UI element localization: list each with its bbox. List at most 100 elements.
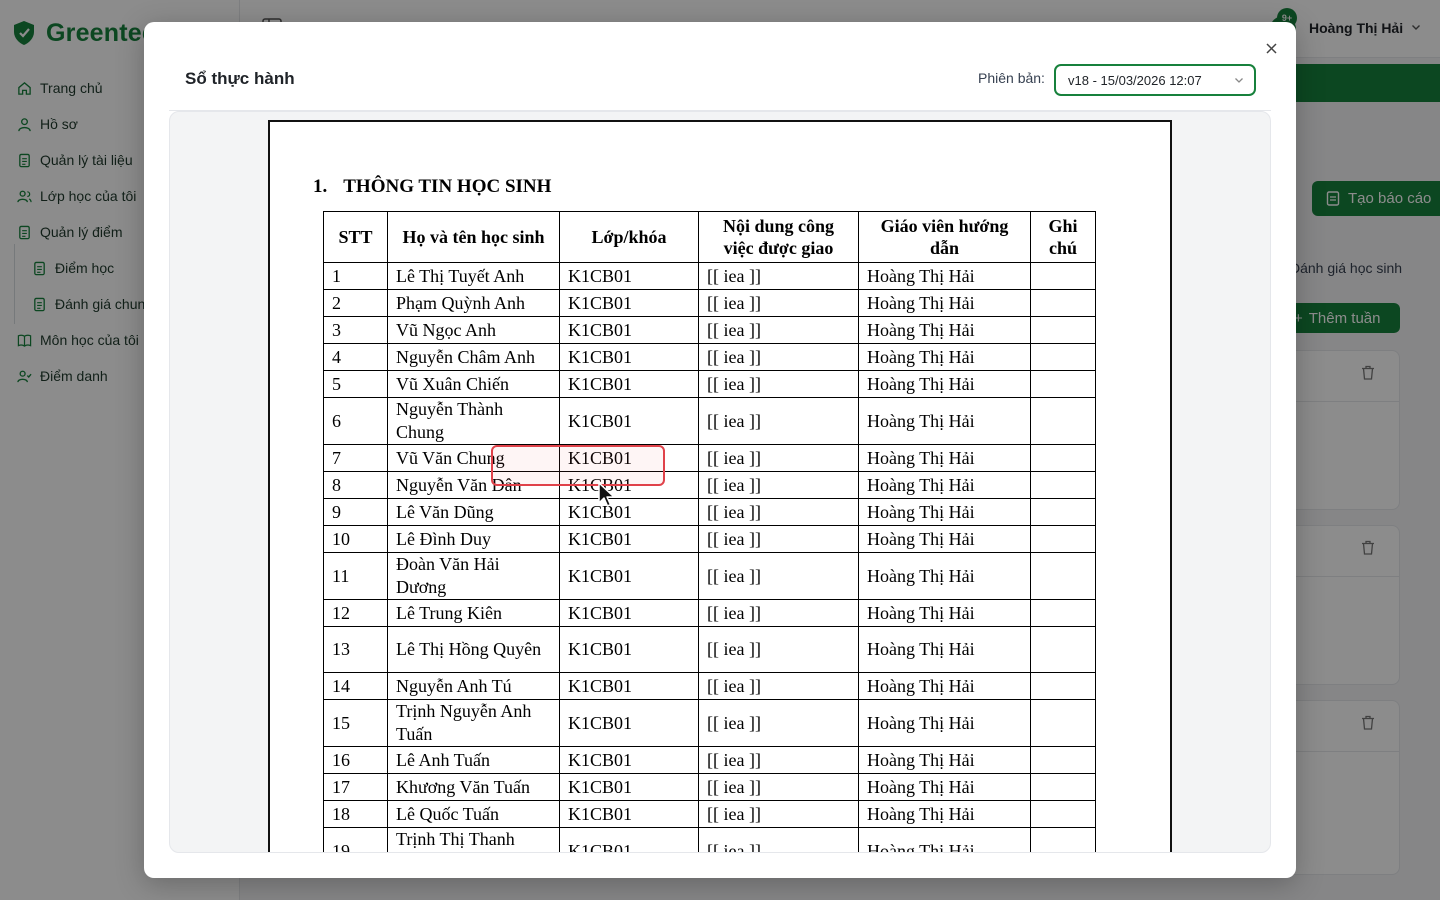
table-cell: 2: [323, 289, 388, 317]
table-cell: 14: [323, 672, 388, 700]
table-cell: [1030, 800, 1096, 828]
table-cell: Lê Thị Tuyết Anh: [387, 262, 560, 290]
table-row: 11 Đoàn Văn Hải Dương K1CB01[[ iea ]] Hoàng…: [323, 552, 1096, 600]
table-cell: Hoàng Thị Hải: [858, 599, 1031, 627]
table-cell: Trịnh Thị Thanh Tuyết: [387, 827, 560, 852]
table-cell: 15: [323, 699, 388, 747]
practice-book-modal: Sổ thực hành Phiên bản: v18 - 15/03/2026…: [144, 22, 1296, 878]
table-cell: [[ iea ]]: [698, 525, 859, 553]
table-cell: Hoàng Thị Hải: [858, 289, 1031, 317]
column-header: Họ và tên học sinh: [387, 211, 560, 263]
table-cell: 8: [323, 471, 388, 499]
table-cell: Hoàng Thị Hải: [858, 444, 1031, 472]
table-cell: Hoàng Thị Hải: [858, 525, 1031, 553]
table-row: 1 Lê Thị Tuyết Anh K1CB01[[ iea ]] Hoàng Th…: [323, 262, 1096, 290]
table-cell: Nguyễn Anh Tú: [387, 672, 560, 700]
table-cell: Lê Thị Hồng Quyên: [387, 626, 560, 673]
table-cell: 18: [323, 800, 388, 828]
table-row: 5 Vũ Xuân Chiến K1CB01[[ iea ]] Hoàng Thị H…: [323, 370, 1096, 398]
table-cell: Lê Quốc Tuấn: [387, 800, 560, 828]
student-table: STT Họ và tên học sinh Lớp/khóa Nội dung…: [323, 211, 1096, 852]
table-cell: Hoàng Thị Hải: [858, 262, 1031, 290]
table-cell: Hoàng Thị Hải: [858, 773, 1031, 801]
table-cell: [1030, 827, 1096, 852]
table-cell: 17: [323, 773, 388, 801]
table-cell: Hoàng Thị Hải: [858, 800, 1031, 828]
table-cell: [[ iea ]]: [698, 289, 859, 317]
table-cell: [[ iea ]]: [698, 471, 859, 499]
version-select[interactable]: v18 - 15/03/2026 12:07: [1054, 64, 1256, 96]
table-row: 14 Nguyễn Anh Tú K1CB01[[ iea ]] Hoàng Thị …: [323, 672, 1096, 700]
table-cell: K1CB01: [559, 746, 699, 774]
table-cell: [[ iea ]]: [698, 699, 859, 747]
table-cell: K1CB01: [559, 800, 699, 828]
table-row: 2 Phạm Quỳnh Anh K1CB01[[ iea ]] Hoàng Thị …: [323, 289, 1096, 317]
table-cell: K1CB01: [559, 498, 699, 526]
column-header: STT: [323, 211, 388, 263]
table-cell: [[ iea ]]: [698, 262, 859, 290]
table-cell: 4: [323, 343, 388, 371]
table-cell: [[ iea ]]: [698, 599, 859, 627]
table-row: 9 Lê Văn Dũng K1CB01[[ iea ]] Hoàng Thị Hải: [323, 498, 1096, 526]
table-cell: [[ iea ]]: [698, 397, 859, 445]
section-number: 1.: [313, 176, 328, 197]
table-cell: 11: [323, 552, 388, 600]
table-cell: [1030, 626, 1096, 673]
table-cell: Hoàng Thị Hải: [858, 370, 1031, 398]
table-cell: K1CB01: [559, 397, 699, 445]
chevron-down-icon: [1235, 78, 1243, 83]
table-cell: [[ iea ]]: [698, 827, 859, 852]
close-icon: [1265, 42, 1277, 54]
document-viewer[interactable]: 1. THÔNG TIN HỌC SINH STT Họ và tên học s…: [169, 111, 1271, 853]
table-cell: [1030, 289, 1096, 317]
table-row: 18 Lê Quốc Tuấn K1CB01[[ iea ]] Hoàng Thị H…: [323, 800, 1096, 828]
table-row: 4 Nguyễn Châm Anh K1CB01[[ iea ]] Hoàng Thị…: [323, 343, 1096, 371]
table-cell: [1030, 316, 1096, 344]
close-button[interactable]: [1262, 39, 1280, 57]
table-cell: Hoàng Thị Hải: [858, 471, 1031, 499]
table-row: 17 Khương Văn Tuấn K1CB01[[ iea ]] Hoàng Th…: [323, 773, 1096, 801]
table-row: 13 Lê Thị Hồng Quyên K1CB01[[ iea ]] Hoàng …: [323, 626, 1096, 673]
table-cell: [1030, 370, 1096, 398]
column-header: Ghi chú: [1030, 211, 1096, 263]
table-cell: Nguyễn Châm Anh: [387, 343, 560, 371]
table-cell: K1CB01: [559, 773, 699, 801]
table-cell: Hoàng Thị Hải: [858, 746, 1031, 774]
table-cell: [1030, 699, 1096, 747]
table-cell: [1030, 599, 1096, 627]
table-cell: [1030, 397, 1096, 445]
table-cell: Nguyễn Thành Chung: [387, 397, 560, 445]
table-cell: K1CB01: [559, 672, 699, 700]
table-cell: 10: [323, 525, 388, 553]
table-row: 15 Trịnh Nguyễn Anh Tuấn K1CB01[[ iea ]] Ho…: [323, 699, 1096, 747]
table-cell: K1CB01: [559, 525, 699, 553]
table-cell: [[ iea ]]: [698, 672, 859, 700]
mouse-cursor-icon: [598, 482, 615, 507]
table-row: 8Nguyễn Văn DânK1CB01[[ iea ]]Hoàng Thị …: [323, 471, 1096, 499]
table-cell: 19: [323, 827, 388, 852]
table-cell: Hoàng Thị Hải: [858, 316, 1031, 344]
table-row: 7 Vũ Văn Chung K1CB01[[ iea ]] Hoàng Thị Hả…: [323, 444, 1096, 472]
section-title: THÔNG TIN HỌC SINH: [343, 176, 552, 197]
table-cell: [[ iea ]]: [698, 444, 859, 472]
table-cell: [1030, 773, 1096, 801]
table-cell: K1CB01: [559, 626, 699, 673]
table-cell: [[ iea ]]: [698, 316, 859, 344]
table-cell: [[ iea ]]: [698, 343, 859, 371]
table-cell: Hoàng Thị Hải: [858, 626, 1031, 673]
version-label: Phiên bản:: [978, 70, 1045, 86]
table-cell: 6: [323, 397, 388, 445]
table-cell: 7: [323, 444, 388, 472]
table-cell: [1030, 525, 1096, 553]
table-row: 10 Lê Đình Duy K1CB01[[ iea ]] Hoàng Thị Hả…: [323, 525, 1096, 553]
table-cell: Vũ Xuân Chiến: [387, 370, 560, 398]
table-cell: [1030, 746, 1096, 774]
document-page: 1. THÔNG TIN HỌC SINH STT Họ và tên học s…: [268, 120, 1172, 852]
table-cell: [1030, 343, 1096, 371]
table-cell: Hoàng Thị Hải: [858, 397, 1031, 445]
table-row: 6 Nguyễn Thành Chung K1CB01[[ iea ]] Hoàng …: [323, 397, 1096, 445]
modal-title: Sổ thực hành: [185, 69, 295, 88]
table-cell: K1CB01: [559, 316, 699, 344]
column-header: Nội dung công việc được giao: [698, 211, 859, 263]
table-cell: Hoàng Thị Hải: [858, 827, 1031, 852]
